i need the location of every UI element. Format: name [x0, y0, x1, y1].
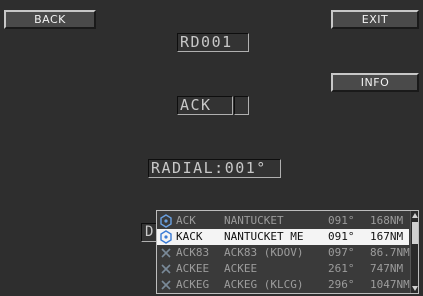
intersection-x-icon	[161, 264, 171, 274]
list-item-name: ACKEG (KLCG)	[224, 278, 304, 291]
list-item-name: ACKEE	[224, 262, 258, 275]
radial-field[interactable]: RADIAL:001°	[148, 159, 281, 178]
list-item-bearing: 296°	[328, 278, 355, 291]
reference-waypoint-toggle[interactable]	[234, 96, 249, 115]
list-item-name: NANTUCKET ME	[224, 230, 304, 243]
list-item-bearing: 091°	[328, 214, 355, 227]
list-item-name: ACK83 (KDOV)	[224, 246, 304, 259]
list-item-selected[interactable]: KACK NANTUCKET ME 091° 167NM	[157, 229, 409, 245]
list-item-ident: ACKEE	[176, 262, 210, 275]
info-button[interactable]: INFO	[331, 73, 419, 92]
intersection-x-icon	[161, 280, 171, 290]
list-item-name: NANTUCKET	[224, 214, 284, 227]
list-item-distance: 167NM	[370, 230, 404, 243]
vor-dme-icon	[160, 230, 172, 244]
list-item-bearing: 261°	[328, 262, 355, 275]
list-item[interactable]: ACKEG ACKEG (KLCG) 296° 1047NM	[157, 277, 410, 293]
waypoint-dropdown-list[interactable]: ACK NANTUCKET 091° 168NM KACK NANTUCKET ME 091…	[156, 210, 419, 294]
list-item-ident: ACK	[176, 214, 196, 227]
list-scrollbar[interactable]	[410, 211, 419, 293]
list-item-distance: 1047NM	[370, 278, 410, 291]
list-item-bearing: 091°	[328, 230, 355, 243]
list-item-ident: ACK83	[176, 246, 210, 259]
list-item-distance: 168NM	[370, 214, 404, 227]
reference-waypoint-field[interactable]: ACK	[177, 96, 233, 115]
back-button[interactable]: BACK	[4, 10, 96, 29]
scroll-up-arrow-icon[interactable]	[411, 212, 419, 220]
list-item-ident: ACKEG	[176, 278, 210, 291]
list-item-distance: 747NM	[370, 262, 404, 275]
intersection-x-icon	[161, 248, 171, 258]
list-item[interactable]: ACK83 ACK83 (KDOV) 097° 86.7NM	[157, 245, 410, 261]
exit-button[interactable]: EXIT	[331, 10, 419, 29]
list-item-ident: KACK	[176, 230, 203, 243]
list-item[interactable]: ACKEE ACKEE 261° 747NM	[157, 261, 409, 277]
scroll-thumb[interactable]	[412, 222, 418, 244]
scroll-down-arrow-icon[interactable]	[411, 284, 419, 292]
vor-dme-icon	[160, 214, 172, 228]
list-item-distance: 86.7NM	[370, 246, 410, 259]
list-item-bearing: 097°	[328, 246, 355, 259]
waypoint-ident-field[interactable]: RD001	[177, 33, 249, 52]
list-item[interactable]: ACK NANTUCKET 091° 168NM	[157, 213, 409, 229]
